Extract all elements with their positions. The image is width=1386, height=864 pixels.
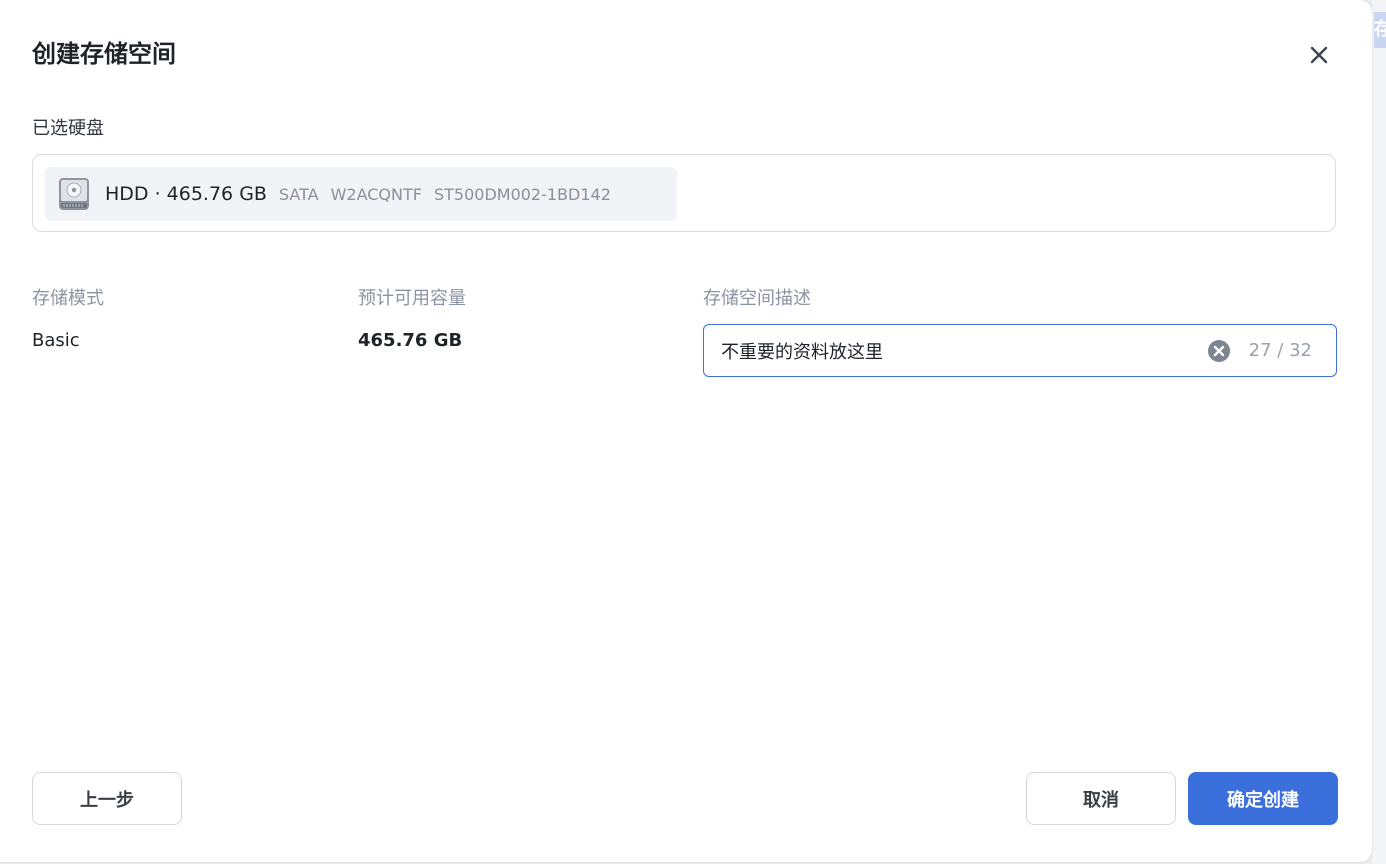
disk-model: ST500DM002-1BD142 xyxy=(433,184,611,204)
storage-description-input[interactable] xyxy=(704,324,1207,377)
disk-serial: W2ACQNTF xyxy=(330,184,422,204)
disk-type-size: HDD · 465.76 GB xyxy=(105,183,267,205)
dialog-title: 创建存储空间 xyxy=(32,40,176,68)
create-storage-dialog: 创建存储空间 已选硬盘 HDD · 465.76 GB SATA W2ACQNT… xyxy=(0,0,1372,862)
clear-circle-icon xyxy=(1207,339,1230,362)
character-counter: 27 / 32 xyxy=(1248,340,1312,361)
estimated-capacity-label: 预计可用容量 xyxy=(358,288,466,309)
storage-mode-value: Basic xyxy=(32,330,80,351)
close-button[interactable] xyxy=(1302,38,1336,72)
selected-disks-label: 已选硬盘 xyxy=(32,118,104,139)
clear-description-button[interactable] xyxy=(1207,339,1231,363)
confirm-create-button[interactable]: 确定创建 xyxy=(1188,772,1338,825)
background-tab-peek: 存 xyxy=(1374,12,1386,48)
storage-mode-label: 存储模式 xyxy=(32,288,104,309)
close-icon xyxy=(1310,46,1328,64)
back-button[interactable]: 上一步 xyxy=(32,772,182,825)
selected-disks-box: HDD · 465.76 GB SATA W2ACQNTF ST500DM002… xyxy=(32,154,1336,232)
hard-disk-icon xyxy=(59,178,89,210)
disk-interface: SATA xyxy=(278,184,319,204)
disk-chip: HDD · 465.76 GB SATA W2ACQNTF ST500DM002… xyxy=(45,167,677,221)
cancel-button[interactable]: 取消 xyxy=(1026,772,1176,825)
estimated-capacity-value: 465.76 GB xyxy=(358,330,463,351)
background-page xyxy=(1372,0,1386,864)
storage-description-field: 27 / 32 xyxy=(703,324,1337,377)
storage-description-label: 存储空间描述 xyxy=(703,288,811,309)
